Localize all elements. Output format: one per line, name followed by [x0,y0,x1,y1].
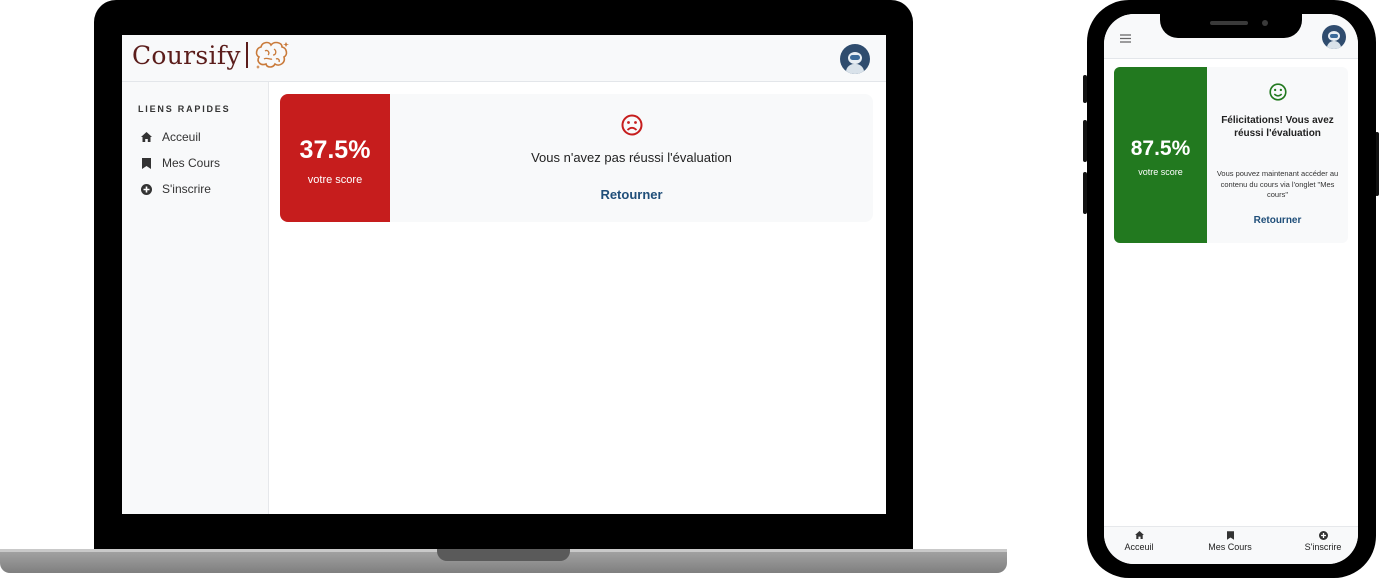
bottom-nav-label: Acceuil [1124,542,1154,552]
user-avatar[interactable] [840,44,870,74]
bottom-nav-sinscrire[interactable]: S'inscrire [1294,529,1352,552]
home-icon [1114,529,1164,541]
phone-speaker [1210,21,1248,25]
top-navbar: Coursify [122,35,886,82]
score-label: votre score [1138,167,1183,177]
score-box: 37.5% votre score [280,94,390,222]
bottom-nav-acceuil[interactable]: Acceuil [1114,529,1164,552]
bookmark-icon [1202,529,1258,541]
home-icon [140,131,152,143]
sidebar: LIENS RAPIDES Acceuil Mes Cours S'inscri… [122,82,269,514]
laptop-notch [437,549,570,561]
score-label: votre score [307,174,363,186]
bottom-nav: Acceuil Mes Cours S'inscrire [1104,526,1358,564]
user-avatar[interactable] [1322,25,1346,49]
brand-name: Coursify [132,40,241,70]
score-value: 87.5% [1130,137,1191,160]
sidebar-item-mes-cours[interactable]: Mes Cours [140,156,220,170]
return-link[interactable]: Retourner [390,187,873,202]
sidebar-item-label: S'inscrire [162,182,211,196]
smile-face-icon [1268,83,1287,101]
bookmark-icon [140,157,152,169]
plus-circle-icon [140,183,152,195]
status-icon-wrap [390,114,873,141]
laptop-screen: Coursify LIENS RAPIDES Acceuil Mes Cours… [122,35,886,514]
phone-screen: 87.5% votre score Félicitations! Vous av… [1104,14,1358,564]
result-message: Vous n'avez pas réussi l'évaluation [531,150,732,165]
return-link[interactable]: Retourner [1207,215,1348,226]
bottom-nav-mes-cours[interactable]: Mes Cours [1202,529,1258,552]
sidebar-item-label: Mes Cours [162,156,221,170]
brain-icon [255,41,289,69]
success-title: Félicitations! Vous avez réussi l'évalua… [1221,115,1334,139]
phone-camera [1262,20,1268,26]
bottom-nav-label: S'inscrire [1304,542,1342,552]
score-value: 37.5% [299,136,371,164]
status-icon-wrap [1207,83,1348,106]
score-box: 87.5% votre score [1114,67,1207,243]
bottom-nav-label: Mes Cours [1208,542,1252,552]
logo-divider [245,42,248,68]
sidebar-title: LIENS RAPIDES [138,104,231,114]
sidebar-item-acceuil[interactable]: Acceuil [140,130,201,144]
plus-circle-icon [1294,529,1352,541]
success-message: Vous pouvez maintenant accéder au conten… [1216,169,1339,199]
phone-notch [1160,14,1302,38]
result-card: 37.5% votre score Vous n'avez pas réussi… [280,94,873,222]
sidebar-item-label: Acceuil [162,130,201,144]
brand-logo[interactable]: Coursify [132,39,291,71]
sidebar-item-sinscrire[interactable]: S'inscrire [140,182,211,196]
result-card: 87.5% votre score Félicitations! Vous av… [1114,67,1348,243]
menu-icon[interactable] [1120,34,1131,43]
sad-face-icon [621,114,642,136]
